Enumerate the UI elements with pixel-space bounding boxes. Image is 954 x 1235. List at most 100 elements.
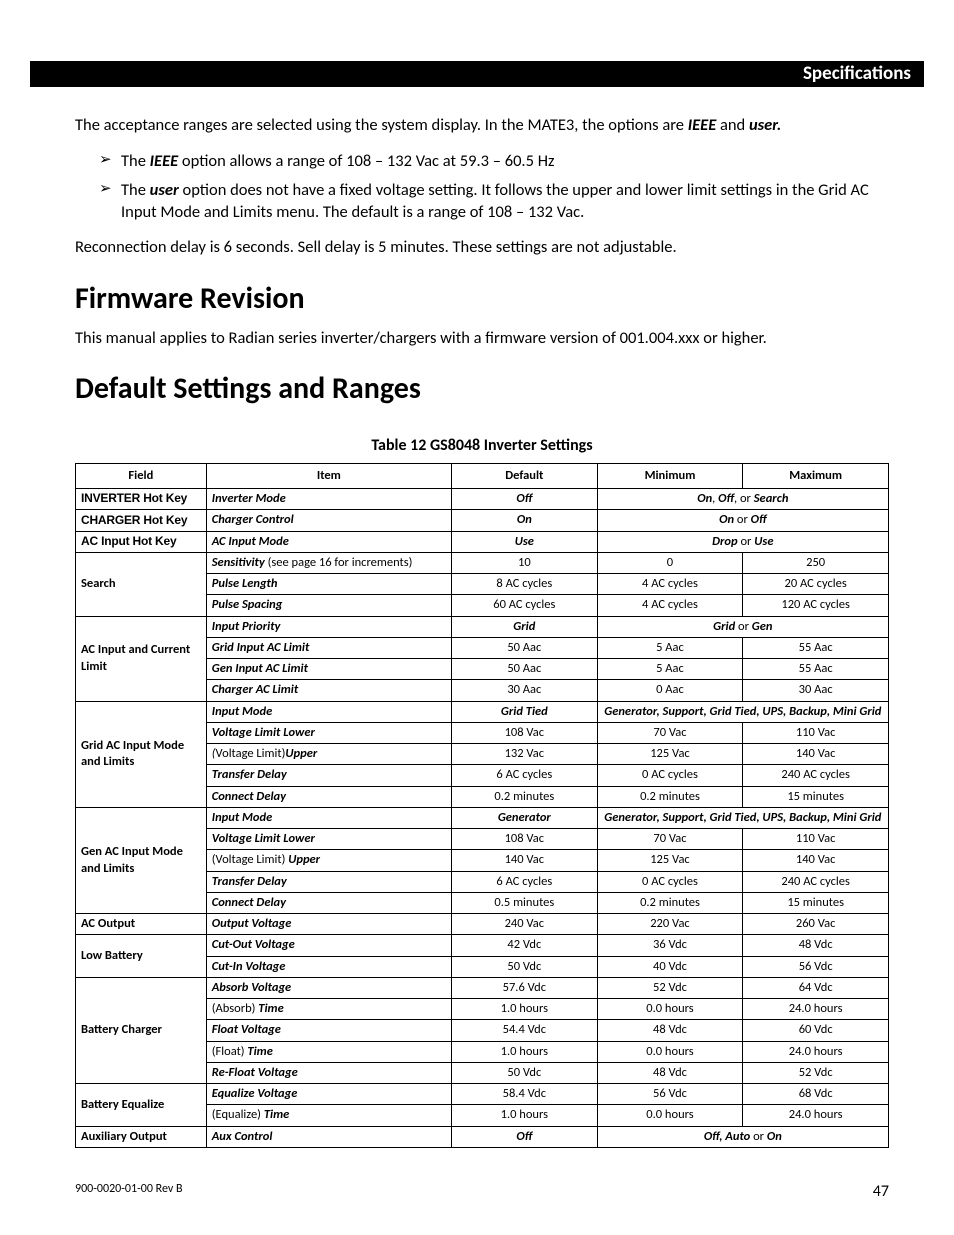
cell-max: 24.0 hours (743, 999, 889, 1020)
cell-def: 108 Vac (452, 829, 598, 850)
intro-bullets: The IEEE option allows a range of 108 – … (75, 150, 889, 223)
cell-def: 50 Aac (452, 659, 598, 680)
cell-field: Auxiliary Output (76, 1126, 207, 1147)
cell-max: 110 Vac (743, 829, 889, 850)
opt: On (767, 1129, 782, 1144)
cell-item: Sensitivity (see page 16 for increments) (206, 552, 451, 573)
cell-min: 4 AC cycles (597, 574, 743, 595)
cell-item: Inverter Mode (206, 489, 451, 510)
th-def: Default (452, 463, 598, 488)
cell-range: On or Off (597, 510, 888, 531)
cell-max: 120 AC cycles (743, 595, 889, 616)
cell-min: 52 Vdc (597, 977, 743, 998)
opt: On (697, 491, 712, 506)
defaults-heading: Default Settings and Ranges (75, 369, 889, 408)
cell-def: Generator (452, 807, 598, 828)
cell-item: Re-Float Voltage (206, 1062, 451, 1083)
opt: Off, Auto (704, 1129, 750, 1144)
table-row: AC Input and Current Limit Input Priorit… (76, 616, 889, 637)
cell-min: 125 Vac (597, 850, 743, 871)
cell-max: 260 Vac (743, 914, 889, 935)
th-item: Item (206, 463, 451, 488)
text: The (121, 180, 150, 200)
cell-item: Pulse Spacing (206, 595, 451, 616)
cell-max: 60 Vdc (743, 1020, 889, 1041)
cell-item: Grid Input AC Limit (206, 637, 451, 658)
cell-def: 132 Vac (452, 744, 598, 765)
cell-range: Generator, Support, Grid Tied, UPS, Back… (597, 701, 888, 722)
cell-item: Cut-In Voltage (206, 956, 451, 977)
cell-def: 57.6 Vdc (452, 977, 598, 998)
cell-item: Charger Control (206, 510, 451, 531)
cell-def: Off (452, 489, 598, 510)
cell-def: 140 Vac (452, 850, 598, 871)
bullet-ieee: The IEEE option allows a range of 108 – … (99, 150, 889, 172)
cell-max: 240 AC cycles (743, 765, 889, 786)
cell-field: Search (76, 552, 207, 616)
table-row: Auxiliary Output Aux Control Off Off, Au… (76, 1126, 889, 1147)
cell-max: 240 AC cycles (743, 871, 889, 892)
cell-def: 10 (452, 552, 598, 573)
cell-item: (Equalize) Time (206, 1105, 451, 1126)
opt: Gen (752, 619, 773, 634)
table-header-row: Field Item Default Minimum Maximum (76, 463, 889, 488)
cell-range: Off, Auto or On (597, 1126, 888, 1147)
cell-min: 40 Vdc (597, 956, 743, 977)
cell-max: 24.0 hours (743, 1105, 889, 1126)
cell-max: 55 Aac (743, 659, 889, 680)
table-row: AC Output Output Voltage 240 Vac 220 Vac… (76, 914, 889, 935)
opt: Drop (712, 534, 737, 549)
cell-field: CHARGER Hot Key (76, 510, 207, 531)
text: (Equalize) (212, 1107, 264, 1122)
sep: or (735, 619, 752, 634)
cell-item: Connect Delay (206, 892, 451, 913)
cell-item: Voltage Limit Lower (206, 829, 451, 850)
emph: Upper (288, 852, 320, 867)
cell-min: 0.0 hours (597, 999, 743, 1020)
cell-field: Grid AC Input Mode and Limits (76, 701, 207, 807)
table-row: Search Sensitivity (see page 16 for incr… (76, 552, 889, 573)
cell-def: 1.0 hours (452, 1041, 598, 1062)
cell-field: Gen AC Input Mode and Limits (76, 807, 207, 913)
cell-item: Input Priority (206, 616, 451, 637)
cell-max: 52 Vdc (743, 1062, 889, 1083)
cell-def: 6 AC cycles (452, 871, 598, 892)
opt: Grid (713, 619, 735, 634)
cell-max: 48 Vdc (743, 935, 889, 956)
cell-def: On (452, 510, 598, 531)
cell-min: 0 AC cycles (597, 871, 743, 892)
cell-item: Output Voltage (206, 914, 451, 935)
cell-max: 68 Vdc (743, 1084, 889, 1105)
sep: or (738, 534, 755, 549)
cell-min: 70 Vac (597, 829, 743, 850)
cell-item: Gen Input AC Limit (206, 659, 451, 680)
emph: Time (264, 1107, 289, 1122)
cell-def: 50 Vdc (452, 1062, 598, 1083)
cell-item: Equalize Voltage (206, 1084, 451, 1105)
cell-item: Cut-Out Voltage (206, 935, 451, 956)
cell-item: Connect Delay (206, 786, 451, 807)
cell-item: Transfer Delay (206, 765, 451, 786)
cell-max: 250 (743, 552, 889, 573)
cell-item: Input Mode (206, 701, 451, 722)
cell-max: 140 Vac (743, 744, 889, 765)
footer-page-number: 47 (873, 1182, 889, 1201)
th-max: Maximum (743, 463, 889, 488)
cell-item: Absorb Voltage (206, 977, 451, 998)
intro-p2: Reconnection delay is 6 seconds. Sell de… (75, 237, 889, 258)
opt: Use (754, 534, 773, 549)
cell-min: 0.2 minutes (597, 786, 743, 807)
cell-max: 140 Vac (743, 850, 889, 871)
cell-min: 0 (597, 552, 743, 573)
header-section-label: Specifications (797, 62, 917, 85)
emph: IEEE (688, 115, 717, 135)
text: (see page 16 for increments) (265, 555, 413, 570)
cell-field: Battery Charger (76, 977, 207, 1083)
cell-def: 60 AC cycles (452, 595, 598, 616)
cell-min: 0.0 hours (597, 1105, 743, 1126)
cell-max: 24.0 hours (743, 1041, 889, 1062)
text: (Voltage Limit) (212, 852, 288, 867)
cell-max: 56 Vdc (743, 956, 889, 977)
table-row: AC Input Hot Key AC Input Mode Use Drop … (76, 531, 889, 552)
table-row: Grid AC Input Mode and Limits Input Mode… (76, 701, 889, 722)
